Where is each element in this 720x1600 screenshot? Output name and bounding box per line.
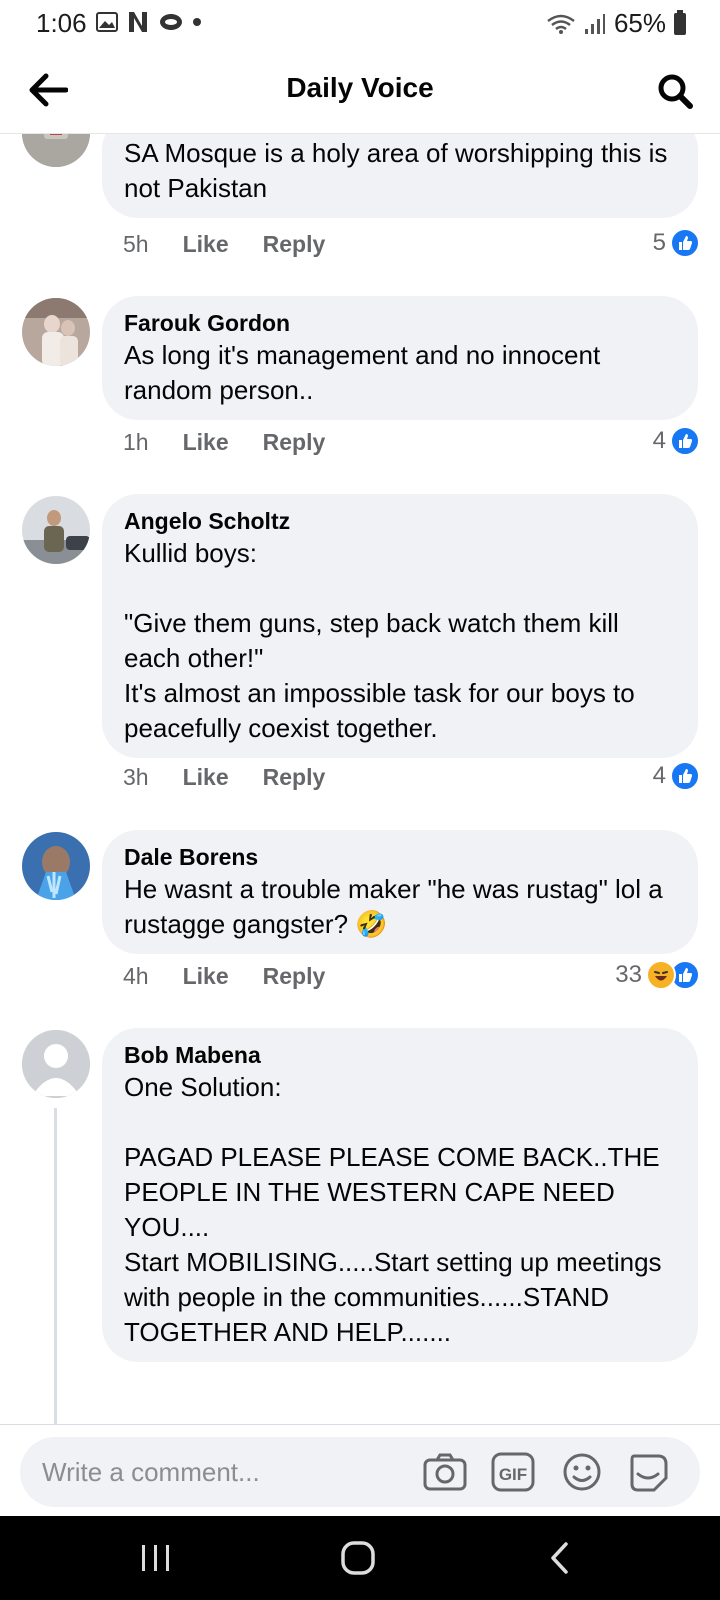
comment-actions: 4h Like Reply [123,963,325,990]
gif-icon[interactable]: GIF [490,1449,536,1495]
comment-bubble[interactable]: Dale Borens He wasnt a trouble maker "he… [102,830,698,954]
comment-bubble[interactable]: SA Mosque is a holy area of worshipping … [102,134,698,218]
recent-apps-icon[interactable] [126,1532,186,1584]
avatar[interactable] [22,298,90,366]
reply-button[interactable]: Reply [263,764,326,791]
comment-actions: 5h Like Reply [123,231,325,258]
reaction-summary[interactable]: 5 [653,228,700,258]
search-button[interactable] [650,66,700,116]
signal-icon [584,13,605,34]
comment-bubble[interactable]: Angelo Scholtz Kullid boys: "Give them g… [102,494,698,758]
emoji-icon[interactable] [559,1449,605,1495]
comment-actions: 1h Like Reply [123,429,325,456]
haha-reaction-icon [646,960,676,990]
reaction-summary[interactable]: 4 [653,426,700,456]
back-icon[interactable] [530,1532,590,1584]
reaction-count: 33 [615,961,642,988]
comment-input[interactable] [42,1457,422,1488]
comment-time: 4h [123,963,149,989]
status-time: 1:06 [36,8,87,38]
comment-bubble[interactable]: Bob Mabena One Solution: PAGAD PLEASE PL… [102,1028,698,1362]
comment-bubble[interactable]: Farouk Gordon As long it's management an… [102,296,698,420]
comment-time: 5h [123,231,149,257]
battery-percent: 65% [613,8,666,38]
sticker-icon[interactable] [626,1449,672,1495]
reaction-count: 4 [652,427,666,454]
camera-icon[interactable] [422,1449,468,1495]
status-bar: 1:06 65% [0,0,720,46]
like-reaction-icon [670,761,700,791]
comment-time: 1h [123,429,149,455]
system-status: 65% [546,8,686,39]
reaction-count: 4 [652,762,666,789]
comment-text: He wasnt a trouble maker "he was rustag"… [124,874,670,939]
reply-button[interactable]: Reply [263,231,326,258]
comment-author[interactable]: Farouk Gordon [124,308,678,338]
reply-button[interactable]: Reply [263,963,326,990]
cloud-icon [160,14,182,30]
comment-text: Kullid boys: "Give them guns, step back … [124,538,635,743]
avatar[interactable] [22,1030,90,1098]
comment-feed[interactable]: SA Mosque is a holy area of worshipping … [0,134,720,1424]
comment-author[interactable]: Angelo Scholtz [124,506,678,536]
reaction-count: 5 [652,229,666,256]
svg-text:GIF: GIF [499,1465,527,1484]
app-header: Daily Voice [0,46,720,134]
comment-author[interactable]: Bob Mabena [124,1040,678,1070]
comment-actions: 3h Like Reply [123,764,325,791]
like-button[interactable]: Like [183,764,229,791]
battery-icon [674,9,686,35]
wifi-icon [547,14,575,34]
composer-box[interactable]: GIF [20,1437,700,1507]
avatar[interactable] [22,496,90,564]
comment-time: 3h [123,764,149,790]
like-reaction-icon [670,426,700,456]
dot-icon [193,18,201,26]
avatar[interactable] [22,832,90,900]
search-icon [658,74,693,109]
comment-composer: GIF [0,1424,720,1516]
netflix-icon [129,12,147,32]
reply-button[interactable]: Reply [263,429,326,456]
avatar[interactable] [22,134,90,167]
like-button[interactable]: Like [183,963,229,990]
page-title: Daily Voice [286,72,434,103]
home-icon[interactable] [328,1532,388,1584]
like-reaction-icon [670,228,700,258]
notification-icons [96,11,202,33]
like-button[interactable]: Like [183,429,229,456]
system-nav-bar [0,1516,720,1600]
comment-author[interactable]: Dale Borens [124,842,678,872]
comment-text: As long it's management and no innocent … [124,340,608,405]
comment-text: SA Mosque is a holy area of worshipping … [124,138,675,203]
gallery-icon [96,12,118,32]
reaction-summary[interactable]: 4 [653,761,700,791]
like-button[interactable]: Like [183,231,229,258]
comment-text: One Solution: PAGAD PLEASE PLEASE COME B… [124,1072,662,1347]
reply-thread-line [54,1108,57,1424]
reaction-summary[interactable]: 33 [615,960,700,990]
